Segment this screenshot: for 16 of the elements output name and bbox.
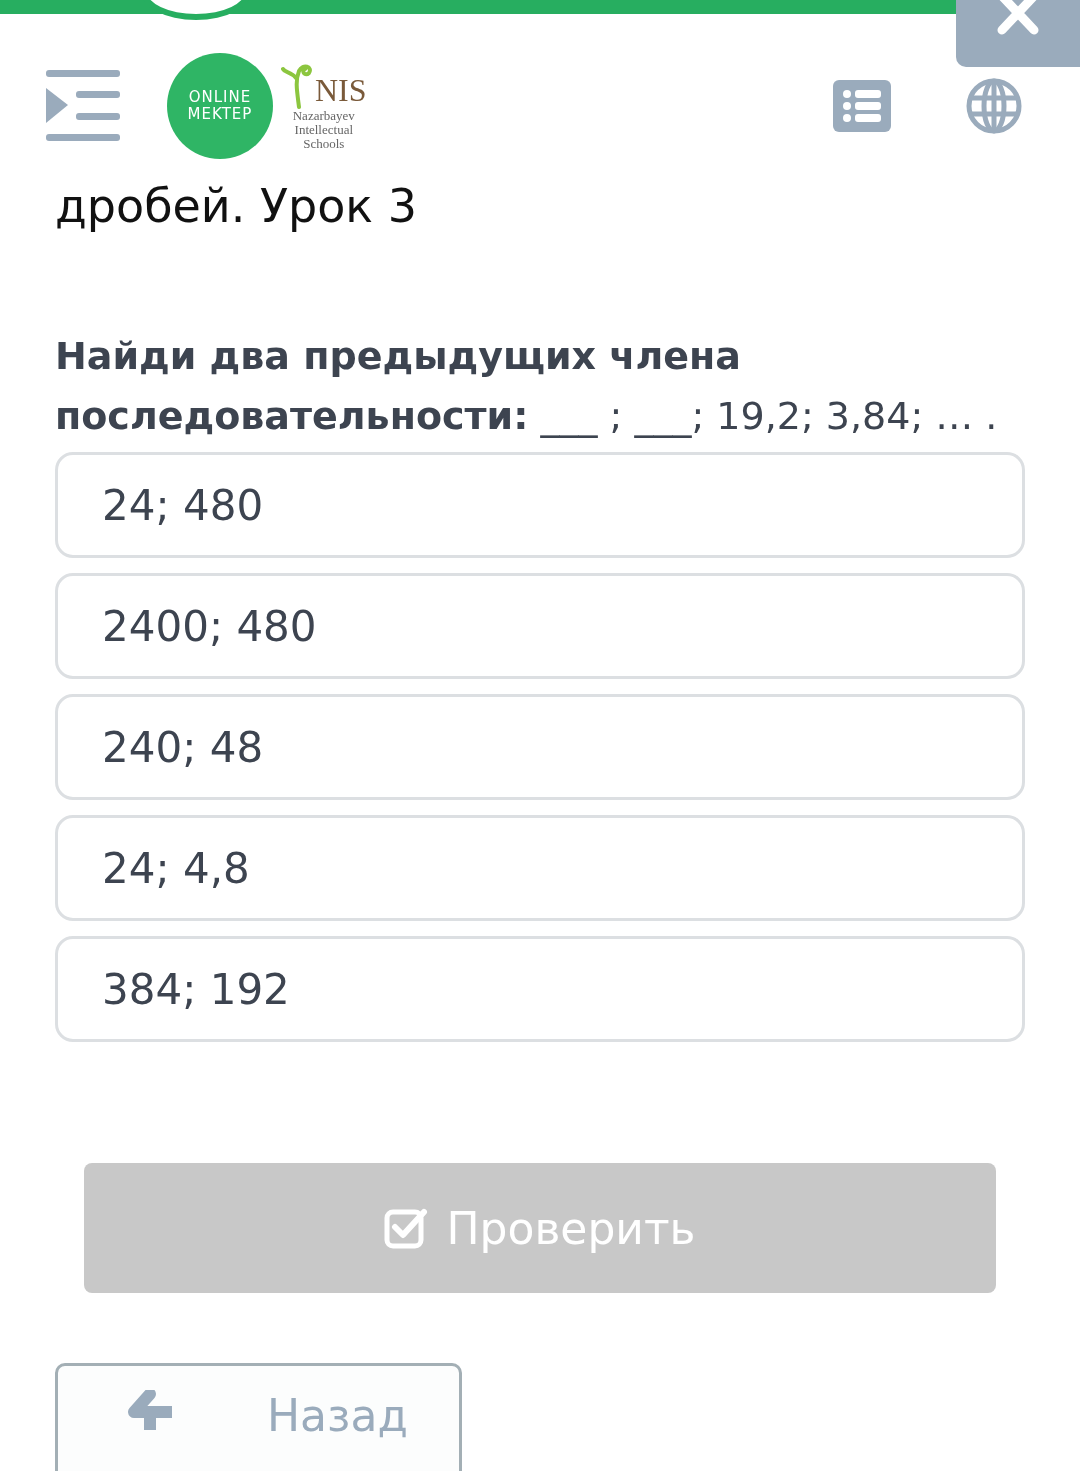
question-text: Найди два предыдущих члена последовательности: ___ ; ___; 19,2; 3,84; … . <box>55 333 999 440</box>
lesson-title: дробей. Урок 3 <box>55 178 418 234</box>
answer-option[interactable]: 24; 4,8 <box>55 815 1025 921</box>
close-button[interactable] <box>956 0 1080 67</box>
globe-icon[interactable] <box>966 78 1022 134</box>
answer-option[interactable]: 240; 48 <box>55 694 1025 800</box>
arrow-left-icon <box>128 1390 172 1430</box>
answer-option[interactable]: 24; 480 <box>55 452 1025 558</box>
logo-text: ONLINE MEKTEP <box>186 89 254 123</box>
answer-option[interactable]: 384; 192 <box>55 936 1025 1042</box>
list-icon[interactable] <box>833 80 891 132</box>
answer-option[interactable]: 2400; 480 <box>55 573 1025 679</box>
partner-name: NIS <box>315 72 367 109</box>
menu-icon[interactable] <box>46 70 122 142</box>
checkbox-icon <box>384 1207 429 1249</box>
partner-subtitle: Nazarbayev Intellectual Schools <box>291 109 356 151</box>
